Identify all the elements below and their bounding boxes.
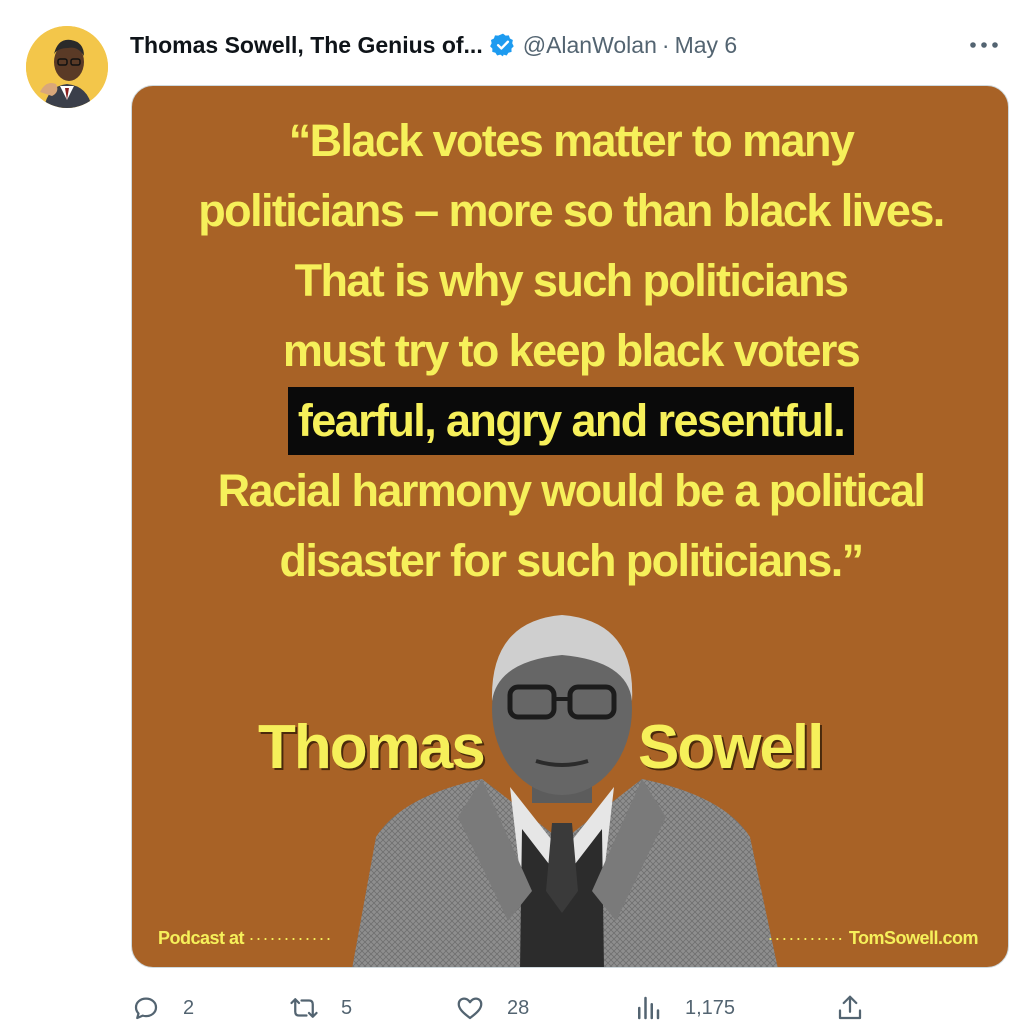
author-display-name[interactable]: Thomas Sowell, The Genius of... <box>130 32 483 59</box>
quote-line: That is why such politicians <box>294 255 849 306</box>
more-options-button[interactable] <box>967 30 1001 60</box>
website-footer: ··········· TomSowell.com <box>767 928 978 949</box>
retweet-button[interactable]: 5 <box>289 990 352 1026</box>
tweet-media-image[interactable]: “Black votes matter to many politicians … <box>131 85 1009 968</box>
author-handle[interactable]: @AlanWolan <box>523 32 657 59</box>
views-count: 1,175 <box>685 996 736 1019</box>
tweet-actions: 2 5 28 1,175 <box>131 990 871 1026</box>
reply-icon <box>134 997 158 1020</box>
quote-line: Racial harmony would be a political <box>217 465 926 516</box>
website-label: TomSowell.com <box>848 928 979 948</box>
portrait-photo-icon <box>352 615 778 967</box>
like-button[interactable]: 28 <box>455 990 529 1026</box>
dotted-leader: ············ <box>248 928 333 948</box>
tweet-date[interactable]: May 6 <box>675 32 738 59</box>
avatar[interactable] <box>26 26 108 108</box>
podcast-footer: Podcast at ············ <box>158 928 332 949</box>
dotted-leader: ··········· <box>767 928 845 948</box>
quote-text: “Black votes matter to many politicians … <box>132 106 1008 596</box>
avatar-portrait-icon <box>26 26 108 108</box>
reply-button[interactable]: 2 <box>131 990 194 1026</box>
tweet[interactable]: Thomas Sowell, The Genius of... @AlanWol… <box>0 0 1027 1027</box>
retweet-count: 5 <box>341 996 353 1019</box>
quote-line-highlighted: fearful, angry and resentful. <box>287 387 855 455</box>
header-separator: · <box>661 31 670 58</box>
quote-line: must try to keep black voters <box>282 325 861 376</box>
reply-count: 2 <box>183 996 195 1019</box>
quote-line: “Black votes matter to many <box>288 115 855 166</box>
more-icon <box>970 42 998 48</box>
quote-line: politicians – more so than black lives. <box>198 185 945 236</box>
share-icon <box>838 995 862 1020</box>
tweet-header: Thomas Sowell, The Genius of... @AlanWol… <box>130 28 737 62</box>
share-button[interactable] <box>835 990 865 1026</box>
retweet-icon <box>290 998 318 1018</box>
like-icon <box>457 997 483 1020</box>
views-button[interactable]: 1,175 <box>633 990 735 1026</box>
like-count: 28 <box>507 996 530 1019</box>
quote-line: disaster for such politicians.” <box>279 535 864 586</box>
verified-badge-icon <box>489 33 514 57</box>
views-icon <box>638 996 660 1020</box>
podcast-label: Podcast at <box>158 928 245 948</box>
